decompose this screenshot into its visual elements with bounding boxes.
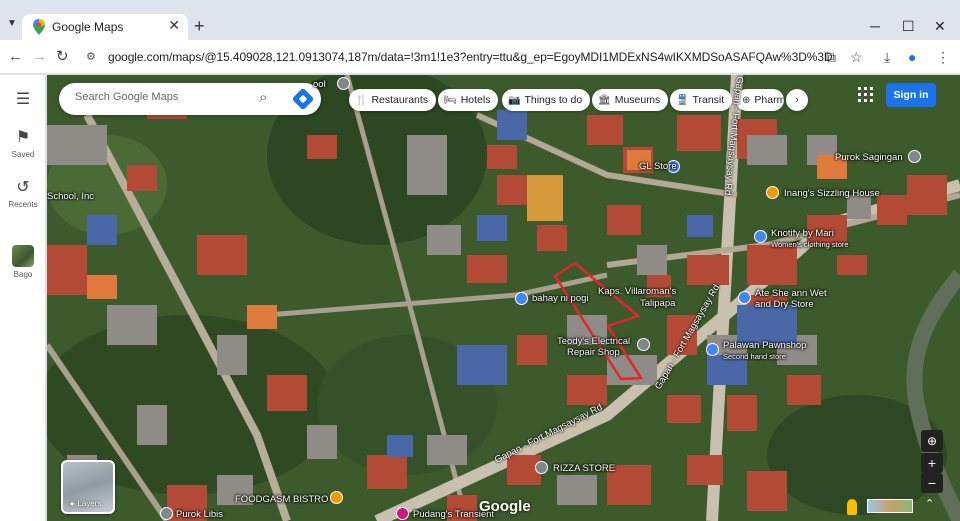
chips-next-chevron-icon[interactable]: › — [786, 89, 808, 111]
address-bar[interactable]: ⚙ google.com/maps/@15.409028,121.0913074… — [78, 44, 870, 70]
place-label-ate-she-2: and Dry Store — [755, 299, 814, 310]
reload-icon[interactable]: ↻ — [56, 48, 69, 66]
chip-things-to-do[interactable]: 📷 Things to do — [502, 89, 591, 111]
menu-button[interactable]: ☰ — [0, 89, 46, 109]
search-icon[interactable]: ⌕ — [259, 89, 267, 106]
browser-toolbar: ← → ↻ ⚙ google.com/maps/@15.409028,121.0… — [0, 40, 960, 74]
maps-side-rail: ☰ ⚑ Saved ↺ Recents Bago — [0, 75, 46, 521]
bago-thumbnail — [12, 245, 34, 267]
place-label-palawan-sub: Second hand store — [723, 352, 786, 361]
hotel-icon: 🛏 — [444, 95, 457, 106]
place-label-purok-libis[interactable]: Purok Libis — [176, 509, 223, 520]
zoom-in-button[interactable]: + — [921, 453, 943, 473]
bago-label: Bago — [13, 270, 33, 279]
place-label-foodgasm[interactable]: FOODGASM BISTRO — [235, 494, 328, 505]
purok-sagingan-pin-icon[interactable] — [908, 150, 921, 163]
train-icon: 🚆 — [676, 95, 689, 106]
bookmark-star-icon[interactable]: ☆ — [850, 49, 863, 65]
school-pin-icon[interactable] — [337, 77, 350, 90]
recents-button[interactable]: ↺ Recents — [0, 177, 46, 209]
browser-window: ▼ Google Maps ✕ + ─ ☐ ✕ ← → ↻ ⚙ google.c… — [0, 0, 960, 521]
back-arrow-icon[interactable]: ← — [8, 48, 23, 66]
maps-favicon-icon — [33, 19, 45, 35]
place-label-teody-2: Repair Shop — [567, 347, 620, 358]
site-info-icon[interactable]: ⚙ — [86, 50, 96, 63]
sign-in-button[interactable]: Sign in — [886, 83, 936, 107]
place-label-talipapa[interactable]: Talipapa — [640, 298, 675, 309]
rizza-store-pin-icon[interactable] — [535, 461, 548, 474]
pudang-pin-icon[interactable] — [396, 507, 409, 520]
expand-chevron-icon[interactable]: ⌃ — [925, 497, 934, 510]
install-app-icon[interactable]: ⧉ — [826, 49, 836, 65]
tab-title: Google Maps — [52, 20, 124, 34]
history-icon: ↺ — [16, 179, 30, 196]
chip-museums[interactable]: 🏛 Museums — [592, 89, 669, 111]
hamburger-menu-icon: ☰ — [15, 91, 31, 108]
forward-arrow-icon[interactable]: → — [32, 48, 47, 66]
layers-button[interactable]: ◈ Layers — [61, 460, 115, 514]
tab-strip: ▼ Google Maps ✕ + ─ ☐ ✕ — [0, 0, 960, 40]
place-label-gl-store[interactable]: GL Store — [639, 161, 677, 172]
purok-libis-pin-icon[interactable] — [160, 507, 173, 520]
camera-icon: 📷 — [508, 95, 521, 106]
recents-label: Recents — [8, 200, 38, 209]
zoom-out-button[interactable]: − — [921, 473, 943, 493]
chip-transit[interactable]: 🚆 Transit — [670, 89, 733, 111]
bahay-pin-icon[interactable] — [515, 292, 528, 305]
search-box[interactable]: ⌕ — [59, 83, 321, 115]
teody-pin-icon[interactable] — [637, 338, 650, 351]
download-icon[interactable]: ⤓ — [884, 49, 890, 65]
saved-button[interactable]: ⚑ Saved — [0, 127, 46, 159]
place-label-school-inc[interactable]: School, Inc — [47, 191, 94, 202]
place-label-rizza[interactable]: RIZZA STORE — [553, 463, 615, 474]
place-label-knotify-sub: Women's clothing store — [771, 240, 849, 249]
google-logo: Google — [479, 498, 531, 515]
new-tab-button[interactable]: + — [194, 16, 205, 36]
place-label-ate-she[interactable]: Ate She ann Wet — [755, 288, 827, 299]
saved-label: Saved — [11, 150, 35, 159]
place-label-purok-sagingan[interactable]: Purok Sagingan — [835, 152, 903, 163]
satellite-map[interactable]: ⌕ 🍴Restaurants 🛏Hotels 📷Things to do 🏛Mu… — [47, 75, 960, 521]
directions-icon[interactable] — [291, 87, 315, 111]
place-label-palawan[interactable]: Palawan Pawnshop — [723, 340, 806, 351]
minimize-button[interactable]: ─ — [870, 16, 880, 36]
profile-icon[interactable]: ● — [908, 49, 916, 65]
tab-google-maps[interactable]: Google Maps ✕ — [22, 14, 188, 40]
place-label-teody[interactable]: Teody's Electrical — [557, 336, 630, 347]
search-input[interactable] — [75, 91, 255, 103]
place-label-bahay[interactable]: bahay ni pogi — [532, 293, 589, 304]
museum-icon: 🏛 — [598, 95, 611, 106]
google-apps-icon[interactable] — [858, 87, 874, 103]
place-label-villaroman[interactable]: Kaps. Villaroman's — [598, 286, 676, 297]
ate-she-pin-icon[interactable] — [738, 291, 751, 304]
bookmark-icon: ⚑ — [15, 129, 31, 146]
palawan-pin-icon[interactable] — [706, 343, 719, 356]
place-label-inangs[interactable]: Inang's Sizzling House — [784, 188, 880, 199]
recent-place-bago[interactable]: Bago — [0, 245, 46, 279]
layers-label: ◈ Layers — [69, 499, 102, 508]
restaurant-icon: 🍴 — [355, 95, 368, 106]
restaurant-pin-icon[interactable] — [766, 186, 779, 199]
pharmacy-icon: ⊕ — [742, 95, 751, 106]
chip-hotels[interactable]: 🛏 Hotels — [438, 89, 499, 111]
pegman-icon[interactable] — [847, 499, 857, 515]
maximize-button[interactable]: ☐ — [902, 16, 915, 36]
place-label-knotify[interactable]: Knotify by Mari — [771, 228, 834, 239]
chip-restaurants[interactable]: 🍴 Restaurants — [349, 89, 437, 111]
knotify-pin-icon[interactable] — [754, 230, 767, 243]
foodgasm-pin-icon[interactable] — [330, 491, 343, 504]
imagery-strip[interactable] — [867, 499, 913, 513]
url-text[interactable]: google.com/maps/@15.409028,121.0913074,1… — [108, 50, 833, 64]
my-location-icon[interactable]: ⊕ — [921, 430, 943, 452]
browser-menu-icon[interactable]: ⋮ — [936, 49, 950, 65]
place-label-school[interactable]: ool — [313, 79, 326, 90]
close-window-button[interactable]: ✕ — [934, 16, 946, 36]
tab-search-chevron-icon[interactable]: ▼ — [4, 16, 20, 32]
tab-close-icon[interactable]: ✕ — [168, 17, 180, 34]
